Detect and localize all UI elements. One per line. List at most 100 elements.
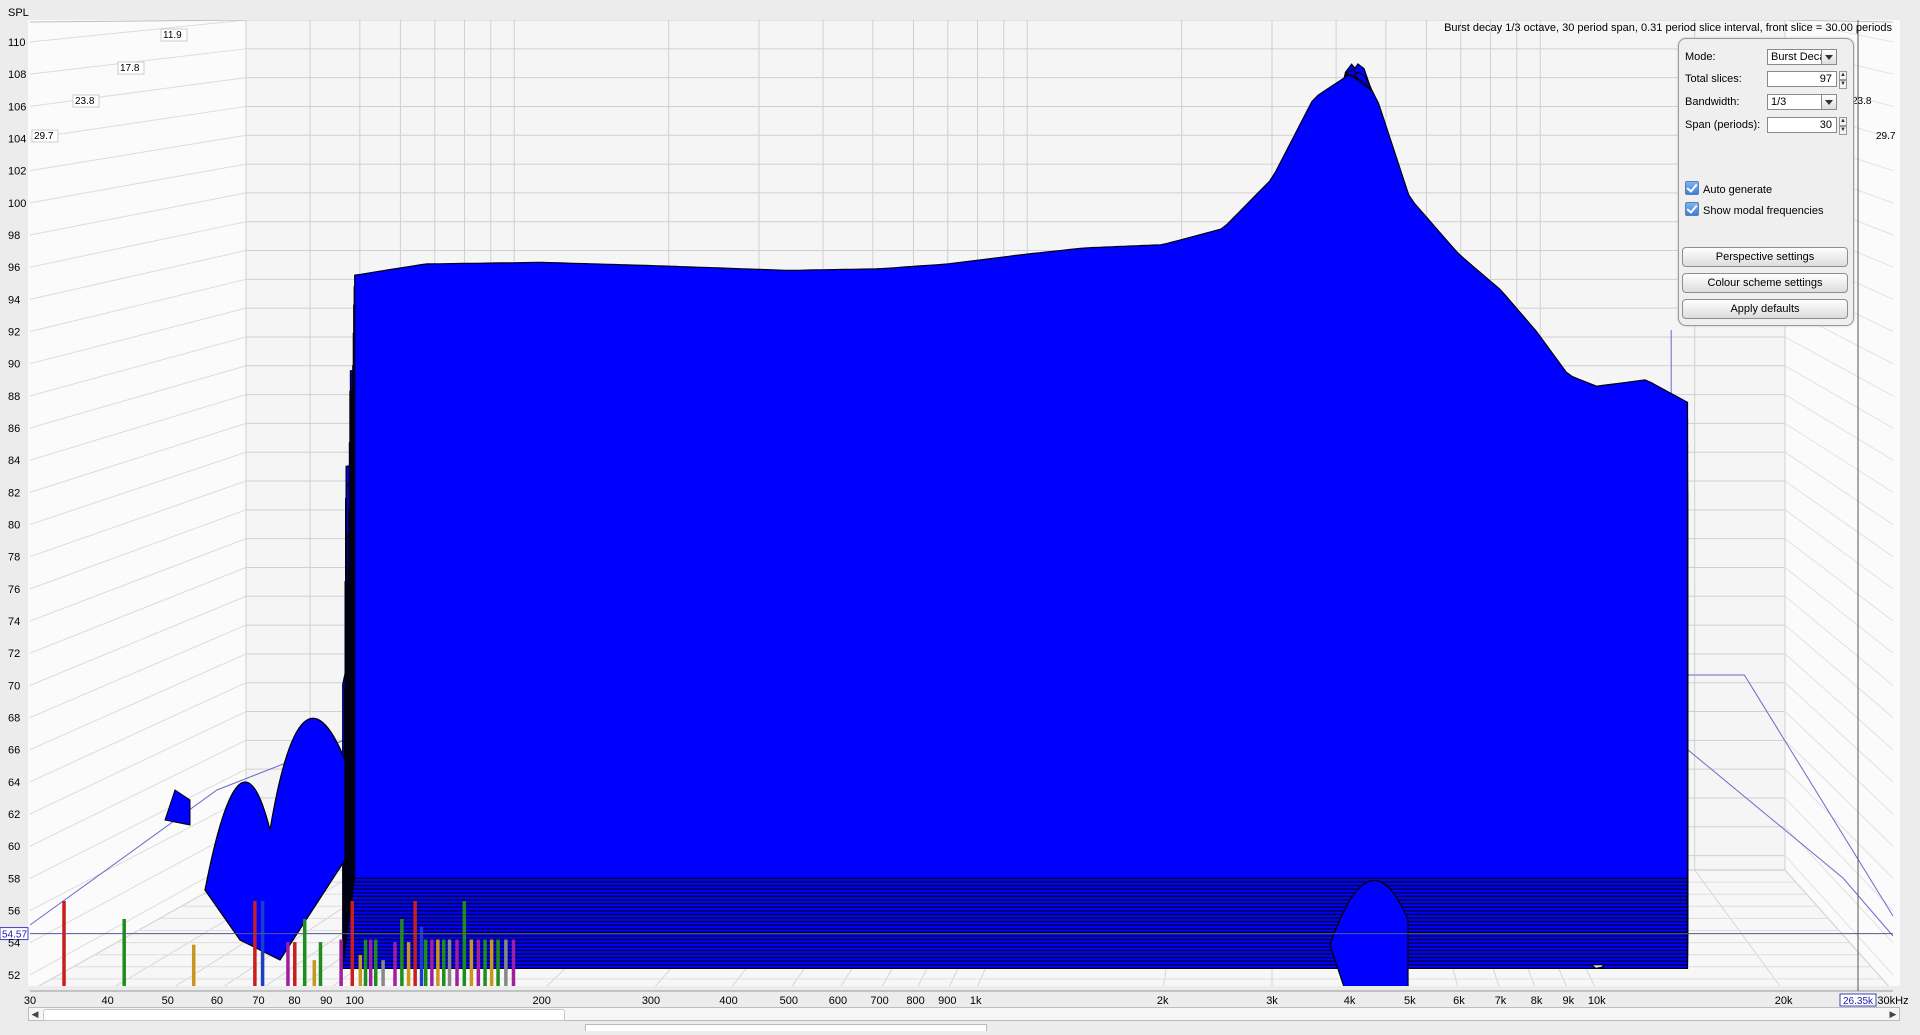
modal-frequency-bar <box>406 942 411 986</box>
modal-frequency-bar <box>122 918 126 986</box>
modal-frequency-bar <box>447 939 452 986</box>
chevron-right-icon[interactable]: ▶ <box>1887 1008 1899 1020</box>
chevron-up-icon[interactable]: ▲ <box>1839 71 1847 80</box>
x-tick-label: 2k <box>1157 995 1169 1007</box>
y-tick-label: 60 <box>8 841 20 853</box>
y-tick-label: 54 <box>8 938 20 950</box>
modal-frequency-bar <box>462 900 467 986</box>
modal-frequency-bar <box>363 939 368 986</box>
chevron-down-icon[interactable] <box>1821 50 1836 64</box>
chevron-up-icon[interactable]: ▲ <box>1839 117 1847 126</box>
y-axis-title: SPL <box>8 7 29 19</box>
x-tick-label: 30kHz <box>1877 995 1908 1007</box>
modal-frequency-bar <box>253 900 257 986</box>
modal-frequency-bar <box>455 939 459 986</box>
cursor-freq-readout: 26.35k <box>1843 996 1874 1007</box>
modal-frequency-bar <box>339 939 343 986</box>
x-tick-label: 800 <box>906 995 924 1007</box>
modal-frequency-bar <box>400 918 404 986</box>
modal-frequency-bar <box>373 939 378 986</box>
info-line: Burst decay 1/3 octave, 30 period span, … <box>1444 22 1892 34</box>
y-tick-label: 74 <box>8 616 20 628</box>
modal-frequency-bar <box>312 960 317 986</box>
depth-label: 29.7 <box>34 131 54 142</box>
bandwidth-value: 1/3 <box>1771 96 1787 108</box>
auto-generate-label: Auto generate <box>1703 184 1773 196</box>
scrollbar-thumb[interactable] <box>43 1009 565 1021</box>
y-tick-label: 52 <box>8 970 20 982</box>
y-tick-label: 102 <box>8 166 26 178</box>
bandwidth-label: Bandwidth: <box>1685 96 1740 108</box>
modal-frequency-bar <box>496 939 500 986</box>
apply-defaults-button[interactable]: Apply defaults <box>1682 299 1848 319</box>
x-tick-label: 5k <box>1404 995 1416 1007</box>
y-tick-label: 88 <box>8 391 20 403</box>
y-tick-label: 104 <box>8 134 26 146</box>
chevron-down-icon[interactable]: ▼ <box>1839 126 1847 135</box>
y-tick-label: 78 <box>8 552 20 564</box>
x-tick-label: 300 <box>642 995 660 1007</box>
y-tick-label: 82 <box>8 487 20 499</box>
modal-frequency-bar <box>358 954 363 986</box>
x-tick-label: 100 <box>346 995 364 1007</box>
modal-frequency-bar <box>350 900 354 986</box>
horizontal-scrollbar[interactable]: ◀ ▶ <box>28 1007 1900 1021</box>
bandwidth-select[interactable]: 1/3 <box>1767 94 1837 110</box>
waterfall-chart[interactable]: 54.5726.35k 5254565860626466687072747678… <box>0 0 1920 1030</box>
y-tick-label: 62 <box>8 809 20 821</box>
x-tick-label: 7k <box>1495 995 1507 1007</box>
x-tick-label: 8k <box>1531 995 1543 1007</box>
checkbox-checked-icon[interactable] <box>1685 202 1699 216</box>
checkbox-checked-icon[interactable] <box>1685 181 1699 195</box>
x-tick-label: 4k <box>1344 995 1356 1007</box>
depth-label: 11.9 <box>163 30 182 41</box>
chevron-left-icon[interactable]: ◀ <box>29 1008 41 1020</box>
y-tick-label: 90 <box>8 359 20 371</box>
slices-input[interactable]: 97 <box>1767 71 1837 87</box>
auto-generate-checkbox[interactable]: Auto generate <box>1685 181 1772 197</box>
waterfall-view: 54.57 26.35k 52 54 56 58 60 62 64 66 68 70 72 74 76 78… <box>0 0 1920 1031</box>
y-tick-label: 106 <box>8 101 26 113</box>
x-tick-label: 50 <box>162 995 174 1007</box>
span-input[interactable]: 30 <box>1767 117 1837 133</box>
x-tick-label: 500 <box>780 995 798 1007</box>
mode-label: Mode: <box>1685 51 1716 63</box>
modal-frequency-bar <box>368 939 373 986</box>
y-tick-label: 72 <box>8 648 20 660</box>
x-tick-label: 90 <box>320 995 332 1007</box>
x-tick-label: 70 <box>252 995 264 1007</box>
y-tick-label: 86 <box>8 423 20 435</box>
modal-frequency-bar <box>413 900 417 986</box>
y-tick-label: 64 <box>8 777 20 789</box>
modal-frequency-bar <box>476 939 481 986</box>
y-tick-label: 68 <box>8 713 20 725</box>
perspective-settings-button[interactable]: Perspective settings <box>1682 247 1848 267</box>
chevron-down-icon[interactable]: ▼ <box>1839 80 1847 89</box>
y-tick-label: 76 <box>8 584 20 596</box>
x-tick-label: 60 <box>211 995 223 1007</box>
modal-frequency-bar <box>436 939 440 986</box>
slices-label: Total slices: <box>1685 73 1742 85</box>
slices-stepper[interactable]: ▲ ▼ <box>1839 71 1847 89</box>
x-tick-label: 9k <box>1562 995 1574 1007</box>
x-tick-label: 20k <box>1775 995 1793 1007</box>
x-tick-label: 200 <box>532 995 550 1007</box>
modal-frequency-bar <box>286 942 290 986</box>
x-tick-label: 80 <box>288 995 300 1007</box>
y-tick-label: 96 <box>8 262 20 274</box>
colour-scheme-settings-button[interactable]: Colour scheme settings <box>1682 273 1848 293</box>
span-stepper[interactable]: ▲ ▼ <box>1839 117 1847 135</box>
waterfall-controls-panel: Mode: Burst Decay Total slices: 97 ▲ ▼ Ba… <box>1678 38 1854 326</box>
mode-select[interactable]: Burst Decay <box>1767 49 1837 65</box>
depth-label: 23.8 <box>75 96 95 107</box>
y-tick-label: 110 <box>8 37 26 49</box>
show-modal-checkbox[interactable]: Show modal frequencies <box>1685 202 1823 218</box>
y-tick-label: 58 <box>8 873 20 885</box>
chevron-down-icon[interactable] <box>1821 95 1836 109</box>
y-tick-label: 66 <box>8 745 20 757</box>
modal-frequency-bar <box>469 939 474 986</box>
x-tick-label: 6k <box>1453 995 1465 1007</box>
modal-frequency-bar <box>191 944 196 986</box>
y-tick-label: 80 <box>8 520 20 532</box>
y-tick-label: 94 <box>8 294 20 306</box>
